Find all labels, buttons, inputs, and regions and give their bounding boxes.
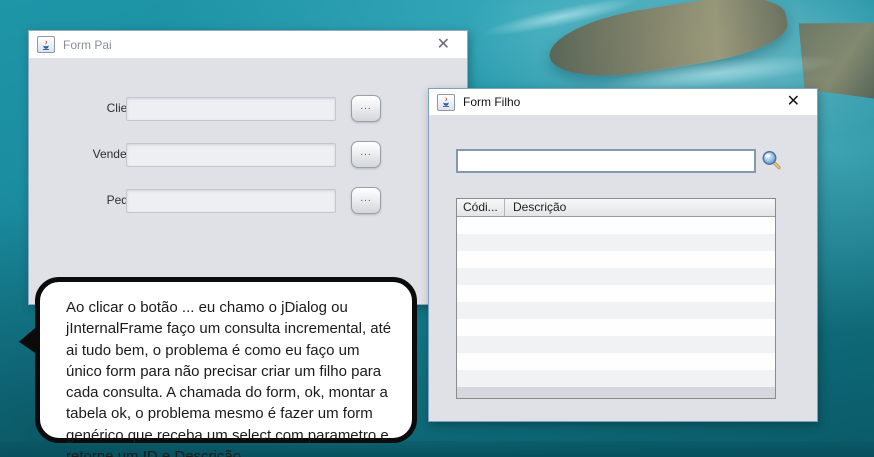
table-row (457, 268, 775, 285)
pedido-input[interactable] (126, 189, 336, 213)
table-row (457, 336, 775, 353)
cliente-lookup-button[interactable]: ... (351, 95, 381, 122)
table-row (457, 370, 775, 387)
speech-bubble: Ao clicar o botão ... eu chamo o jDialog… (35, 277, 417, 457)
table-row (457, 217, 775, 234)
window-title: Form Filho (463, 95, 521, 109)
form-filho-window: Form Filho ✕ Códi... Descrição (428, 88, 818, 422)
table-row (457, 319, 775, 336)
table-header: Códi... Descrição (457, 199, 775, 217)
java-icon (437, 93, 455, 111)
field-row-vendedor: Vendedor ... (29, 141, 467, 169)
table-row (457, 302, 775, 319)
table-empty-area (457, 387, 775, 398)
close-icon[interactable]: ✕ (784, 93, 803, 111)
field-row-cliente: Cliente ... (29, 95, 467, 123)
table-row (457, 251, 775, 268)
java-icon (37, 36, 55, 53)
form-pai-window: Form Pai ✕ Cliente ... Vendedor ... Pedi… (28, 30, 468, 305)
table-row (457, 285, 775, 302)
search-icon[interactable] (760, 149, 783, 172)
form-filho-titlebar[interactable]: Form Filho ✕ (429, 89, 817, 116)
window-title: Form Pai (63, 37, 112, 52)
close-icon[interactable]: ✕ (434, 36, 453, 54)
table-row (457, 234, 775, 251)
cliente-input[interactable] (126, 97, 336, 121)
table-body[interactable] (457, 217, 775, 387)
java-coffee-cup-icon (43, 39, 49, 50)
speech-bubble-text: Ao clicar o botão ... eu chamo o jDialog… (66, 299, 392, 457)
field-row-pedido: Pedido ... (29, 187, 467, 215)
vendedor-lookup-button[interactable]: ... (351, 141, 381, 168)
results-table: Códi... Descrição (456, 198, 776, 399)
pedido-lookup-button[interactable]: ... (351, 187, 381, 214)
search-input[interactable] (456, 149, 756, 173)
form-pai-titlebar[interactable]: Form Pai ✕ (29, 31, 467, 59)
column-header-descricao[interactable]: Descrição (505, 199, 775, 216)
column-header-codigo[interactable]: Códi... (457, 199, 505, 216)
java-coffee-cup-icon (443, 97, 449, 107)
vendedor-input[interactable] (126, 143, 336, 167)
table-row (457, 353, 775, 370)
